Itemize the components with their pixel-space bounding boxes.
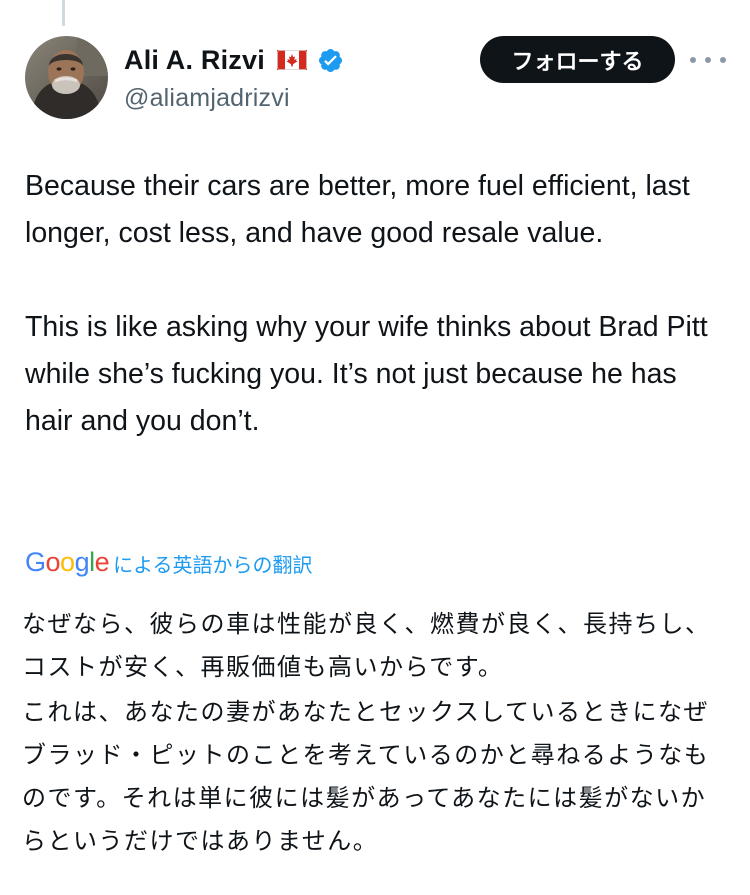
translation-label[interactable]: による英語からの翻訳 (113, 549, 312, 578)
google-logo: Google (25, 546, 110, 577)
author-handle[interactable]: @aliamjadrizvi (124, 84, 344, 113)
more-options-icon[interactable] (690, 48, 726, 72)
translation-attribution[interactable]: Google による英語からの翻訳 (25, 545, 313, 579)
thread-connector-line (62, 0, 65, 26)
tweet-paragraph: This is like asking why your wife thinks… (25, 311, 708, 437)
author-info: Ali A. Rizvi @aliamjadrizvi (124, 43, 344, 113)
author-display-name[interactable]: Ali A. Rizvi (124, 45, 265, 76)
more-dot (690, 57, 696, 63)
verified-badge-icon[interactable] (317, 47, 344, 74)
translated-text: なぜなら、彼らの車は性能が良く、燃費が良く、長持ちし、コストが安く、再販価値も高… (22, 603, 722, 863)
translated-paragraph: なぜなら、彼らの車は性能が良く、燃費が良く、長持ちし、コストが安く、再販価値も高… (22, 610, 711, 681)
avatar-photo (25, 36, 108, 119)
name-row: Ali A. Rizvi (124, 43, 344, 77)
tweet-text: Because their cars are better, more fuel… (25, 163, 725, 445)
tweet-paragraph: Because their cars are better, more fuel… (25, 170, 690, 249)
canada-flag-icon (276, 50, 307, 70)
more-dot (720, 57, 726, 63)
avatar[interactable] (25, 36, 108, 119)
more-dot (705, 57, 711, 63)
follow-button[interactable]: フォローする (480, 36, 675, 83)
translated-paragraph: これは、あなたの妻があなたとセックスしているときになぜブラッド・ピットのことを考… (22, 698, 710, 855)
tweet-header: Ali A. Rizvi @aliamjadrizvi フォローする (25, 36, 735, 120)
